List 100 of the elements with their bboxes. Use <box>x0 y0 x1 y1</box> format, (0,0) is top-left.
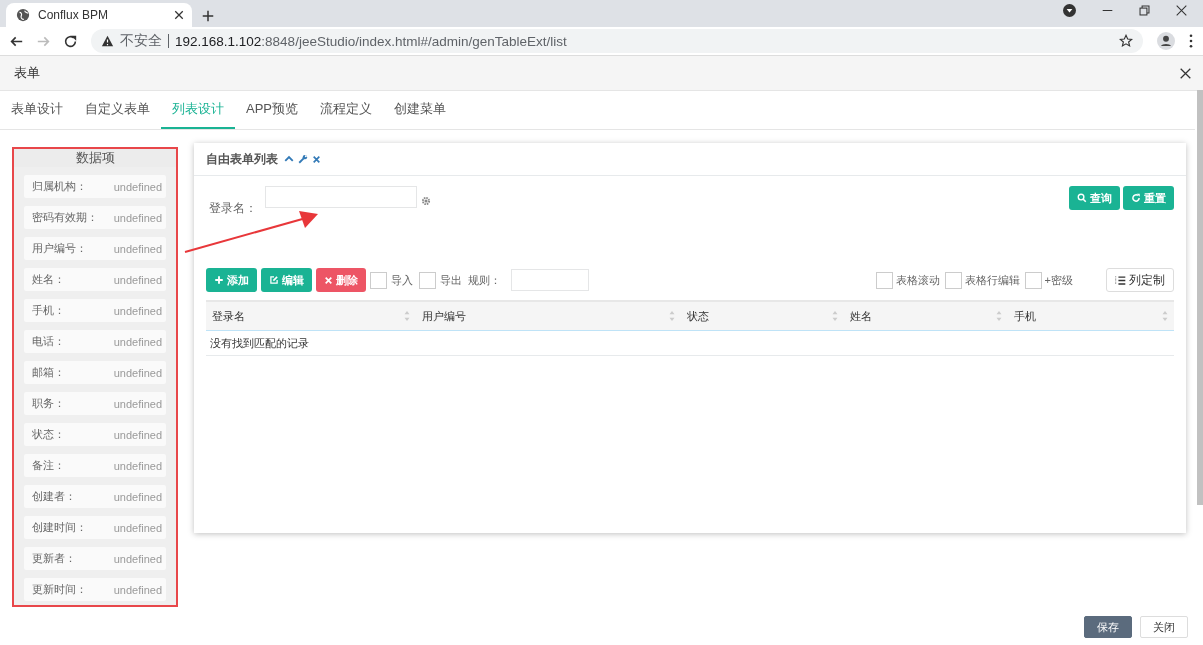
forward-arrow-icon <box>37 34 50 48</box>
tab[interactable]: 表单设计 <box>0 91 74 129</box>
profile-icon <box>1157 32 1175 50</box>
star-icon <box>1119 34 1133 48</box>
column-header[interactable]: 登录名 <box>212 308 245 324</box>
checkbox-label: 表格滚动 <box>895 272 940 288</box>
checkbox[interactable] <box>370 271 387 289</box>
data-item[interactable]: 电话： undefined <box>24 330 166 353</box>
item-label: 更新者： <box>32 551 76 566</box>
item-value: undefined <box>113 304 162 317</box>
sort-icon <box>404 311 410 321</box>
item-value: undefined <box>113 521 162 534</box>
item-label: 更新时间： <box>32 582 87 597</box>
url-path: :8848/jeeStudio/index.html#/admin/genTableExt/list <box>261 33 567 49</box>
item-label: 姓名： <box>32 272 65 287</box>
data-item[interactable]: 归属机构： undefined <box>24 175 166 198</box>
close-icon <box>1176 5 1187 16</box>
tab[interactable]: 自定义表单 <box>74 91 161 129</box>
item-label: 电话： <box>32 334 65 349</box>
x-icon <box>324 275 333 285</box>
tab-title: Conflux BPM <box>38 8 110 22</box>
checkbox-label: 导入 <box>391 272 413 288</box>
tab[interactable]: 创建菜单 <box>383 91 457 129</box>
item-value: undefined <box>113 552 162 565</box>
checkbox[interactable] <box>875 271 893 289</box>
item-value: undefined <box>113 583 162 596</box>
sort-icon <box>669 311 675 321</box>
checkbox-label: +密级 <box>1044 272 1073 288</box>
item-label: 创建时间： <box>32 520 87 535</box>
item-value: undefined <box>113 335 162 348</box>
login-name-field[interactable] <box>265 186 417 208</box>
globe-icon <box>16 8 30 22</box>
restore-icon <box>1139 5 1150 16</box>
data-item[interactable]: 状态： undefined <box>24 423 166 446</box>
data-item[interactable]: 更新者： undefined <box>24 547 166 570</box>
item-label: 创建者： <box>32 489 76 504</box>
dialog-title: 表单 <box>14 64 40 82</box>
chevron-up-icon <box>284 154 294 164</box>
search-icon <box>1077 193 1087 203</box>
item-label: 归属机构： <box>32 179 87 194</box>
data-item[interactable]: 创建时间： undefined <box>24 516 166 539</box>
warning-icon <box>101 35 114 47</box>
data-item[interactable]: 密码有效期： undefined <box>24 206 166 229</box>
url-host: 192.168.1.102 <box>175 33 262 49</box>
refresh-icon <box>1131 193 1141 203</box>
item-value: undefined <box>113 366 162 379</box>
sort-icon <box>1162 311 1168 321</box>
delete-button[interactable]: 删除 <box>316 268 366 292</box>
item-value: undefined <box>113 397 162 410</box>
item-value: undefined <box>113 180 162 193</box>
scrollbar[interactable] <box>1197 90 1203 505</box>
save-button[interactable]: 保存 <box>1084 616 1132 638</box>
item-value: undefined <box>113 490 162 503</box>
column-header[interactable]: 用户编号 <box>422 308 466 324</box>
item-label: 状态： <box>32 427 65 442</box>
tab[interactable]: APP预览 <box>235 91 309 129</box>
column-header[interactable]: 状态 <box>687 308 709 324</box>
data-item[interactable]: 创建者： undefined <box>24 485 166 508</box>
rule-field[interactable] <box>511 269 589 291</box>
data-item[interactable]: 姓名： undefined <box>24 268 166 291</box>
close-icon <box>1180 67 1191 79</box>
column-header[interactable]: 姓名 <box>850 308 872 324</box>
column-header[interactable]: 手机 <box>1014 308 1036 324</box>
checkbox[interactable] <box>1024 271 1042 289</box>
card-title: 自由表单列表 <box>206 150 278 168</box>
data-item[interactable]: 更新时间： undefined <box>24 578 166 601</box>
x-icon <box>312 154 321 164</box>
chevron-down-circle-icon <box>1063 4 1076 17</box>
tab[interactable]: 流程定义 <box>309 91 383 129</box>
empty-message: 没有找到匹配的记录 <box>206 331 1174 356</box>
field-label: 登录名： <box>209 200 257 217</box>
menu-dots-icon <box>1189 34 1193 48</box>
item-label: 邮箱： <box>32 365 65 380</box>
item-label: 职务： <box>32 396 65 411</box>
item-label: 用户编号： <box>32 241 87 256</box>
sort-icon <box>832 311 838 321</box>
column-settings-button[interactable]: 列定制 <box>1106 268 1174 292</box>
checkbox-label: 导出 <box>440 272 462 288</box>
item-value: undefined <box>113 459 162 472</box>
checkbox[interactable] <box>419 271 436 289</box>
item-label: 手机： <box>32 303 65 318</box>
item-value: undefined <box>113 242 162 255</box>
sort-icon <box>996 311 1002 321</box>
close-button[interactable]: 关闭 <box>1140 616 1188 638</box>
edit-icon <box>269 275 279 285</box>
data-item[interactable]: 备注： undefined <box>24 454 166 477</box>
data-item[interactable]: 邮箱： undefined <box>24 361 166 384</box>
security-label[interactable]: 不安全 <box>120 32 162 50</box>
item-value: undefined <box>113 428 162 441</box>
close-icon <box>174 10 184 20</box>
browser-tab[interactable]: Conflux BPM <box>6 3 192 27</box>
checkbox[interactable] <box>944 271 962 289</box>
list-icon <box>1115 274 1126 286</box>
item-value: undefined <box>113 211 162 224</box>
plus-icon <box>214 275 224 285</box>
data-item[interactable]: 职务： undefined <box>24 392 166 415</box>
wrench-icon <box>298 154 308 164</box>
data-item[interactable]: 用户编号： undefined <box>24 237 166 260</box>
data-item[interactable]: 手机： undefined <box>24 299 166 322</box>
settings-icon <box>421 196 431 206</box>
